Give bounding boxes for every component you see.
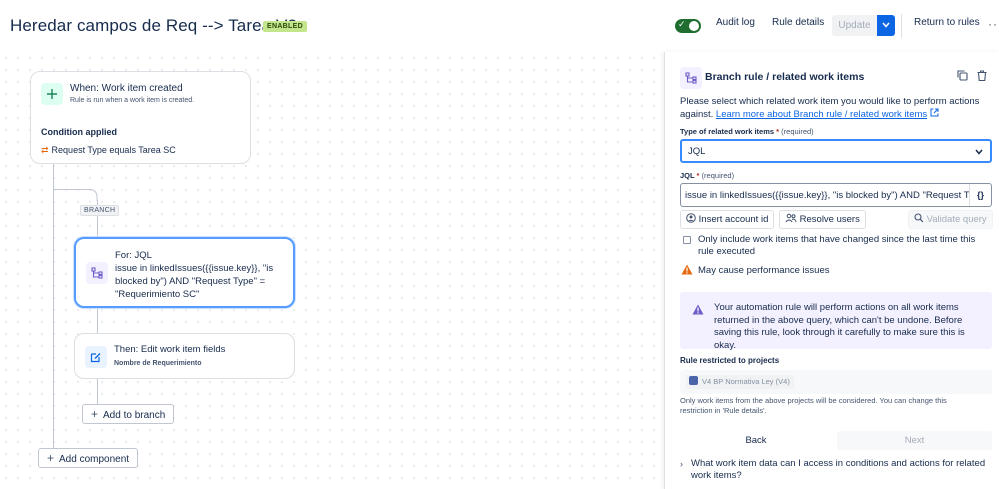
branch-connector-v2	[97, 308, 98, 333]
more-actions-icon[interactable]: ···	[988, 17, 999, 31]
type-label-text: Type of related work items	[680, 127, 775, 136]
plus-icon	[47, 89, 57, 99]
jql-input[interactable]: issue in linkedIssues({{issue.key}}, "is…	[680, 183, 992, 207]
update-button[interactable]: Update	[832, 15, 877, 36]
branch-connector-v3	[97, 379, 98, 404]
condition-row[interactable]: ⇄ Request Type equals Tarea SC	[41, 145, 176, 156]
branch-label: BRANCH	[80, 205, 120, 216]
edit-icon	[90, 353, 101, 363]
update-options-button[interactable]	[877, 15, 895, 36]
branch-icon	[91, 267, 103, 279]
validate-query-button[interactable]: Validate query	[908, 210, 993, 229]
plus-icon: +	[91, 407, 99, 421]
rule-title: Heredar campos de Req --> Tarea V2	[10, 16, 298, 35]
restricted-projects-help: Only work items from the above projects …	[680, 396, 947, 415]
branch-config-panel: Branch rule / related work items Please …	[664, 52, 999, 489]
check-icon: ✓	[678, 19, 686, 29]
plus-icon: +	[47, 451, 55, 465]
resolve-users-button[interactable]: Resolve users	[779, 210, 866, 229]
status-badge: ENABLED	[263, 21, 307, 32]
trigger-title: When: Work item created	[70, 83, 183, 94]
branch-icon	[685, 72, 697, 84]
condition-heading: Condition applied	[41, 127, 117, 137]
type-select[interactable]: JQL	[680, 139, 992, 163]
insert-account-id-label: Insert account id	[698, 214, 769, 225]
only-changed-checkbox[interactable]	[683, 236, 691, 244]
action-card[interactable]: Then: Edit work item fields Nombre de Re…	[74, 333, 295, 379]
trigger-icon-box	[41, 83, 63, 105]
insert-account-id-button[interactable]: Insert account id	[680, 210, 775, 229]
branch-query: issue in linkedIssues({{issue.key}}, "is…	[115, 263, 274, 300]
only-changed-label: Only include work items that have change…	[698, 234, 976, 257]
jql-input-value: issue in linkedIssues({{issue.key}}, "is…	[685, 190, 969, 201]
type-select-value: JQL	[688, 146, 706, 157]
actions-note: Your automation rule will perform action…	[680, 292, 992, 351]
rule-header: Heredar campos de Req --> Tarea V2 ENABL…	[0, 0, 999, 52]
required-text: (required)	[701, 171, 735, 180]
discovery-icon	[692, 304, 704, 315]
back-button[interactable]: Back	[680, 431, 832, 450]
copy-icon[interactable]	[957, 70, 968, 81]
action-icon-box	[85, 346, 107, 368]
panel-intro: Please select which related work item yo…	[680, 95, 980, 121]
required-text: (required)	[781, 127, 814, 136]
add-component-button[interactable]: + Add component	[38, 448, 139, 468]
required-asterisk: *	[696, 171, 700, 180]
panel-title: Branch rule / related work items	[705, 71, 865, 83]
users-icon	[785, 213, 797, 223]
restricted-projects-field: V4 BP Normativa Ley (V4)	[680, 370, 992, 394]
project-icon	[689, 376, 698, 385]
rule-enabled-toggle[interactable]: ✓	[675, 19, 701, 33]
add-to-branch-label: Add to branch	[103, 410, 166, 421]
smart-values-button[interactable]: {}	[969, 184, 991, 206]
branch-description: For: JQL issue in linkedIssues({{issue.k…	[115, 249, 285, 301]
external-link-icon[interactable]	[930, 108, 939, 117]
action-subtitle: Nombre de Requerimiento	[114, 360, 202, 367]
jql-field-label: JQL * (required)	[680, 171, 734, 180]
rule-details-button[interactable]: Rule details	[772, 17, 824, 28]
add-to-branch-button[interactable]: + Add to branch	[82, 404, 175, 424]
performance-warning: May cause performance issues	[681, 264, 829, 276]
validate-query-label: Validate query	[926, 214, 987, 225]
restricted-projects-label: Rule restricted to projects	[680, 356, 780, 365]
user-circle-icon	[686, 213, 696, 223]
branch-title: For: JQL	[115, 250, 152, 261]
return-to-rules-button[interactable]: Return to rules	[914, 17, 980, 28]
chevron-right-icon: ›	[680, 459, 683, 469]
chevron-down-icon	[975, 149, 983, 155]
type-field-label: Type of related work items * (required)	[680, 127, 814, 136]
panel-branch-icon-box	[680, 67, 702, 89]
header-divider	[901, 14, 902, 38]
branch-card[interactable]: For: JQL issue in linkedIssues({{issue.k…	[74, 237, 295, 308]
learn-more-link[interactable]: Learn more about Branch rule / related w…	[716, 109, 927, 120]
condition-text: Request Type equals Tarea SC	[51, 145, 176, 155]
actions-note-text: Your automation rule will perform action…	[714, 302, 965, 351]
main-connector	[53, 164, 54, 459]
performance-warning-text: May cause performance issues	[698, 265, 830, 276]
branch-icon-box	[86, 262, 108, 284]
rule-canvas: When: Work item created Rule is run when…	[0, 52, 664, 489]
branch-curve	[53, 189, 98, 201]
swap-arrows-icon: ⇄	[41, 145, 49, 155]
trigger-card[interactable]: When: Work item created Rule is run when…	[30, 71, 251, 164]
trigger-subtitle: Rule is run when a work item is created.	[70, 97, 195, 104]
trash-icon[interactable]	[977, 70, 987, 81]
next-button[interactable]: Next	[837, 431, 992, 450]
project-tag: V4 BP Normativa Ley (V4)	[686, 375, 794, 389]
chevron-down-icon	[882, 22, 890, 28]
action-title: Then: Edit work item fields	[114, 344, 226, 355]
required-asterisk: *	[776, 127, 780, 136]
audit-log-button[interactable]: Audit log	[716, 17, 755, 28]
search-icon	[914, 213, 924, 223]
faq-text: What work item data can I access in cond…	[691, 458, 986, 481]
jql-label-text: JQL	[680, 171, 695, 180]
toggle-knob	[689, 21, 699, 31]
warning-icon	[681, 264, 693, 275]
add-component-label: Add component	[59, 454, 130, 465]
project-name: V4 BP Normativa Ley (V4)	[702, 377, 790, 386]
resolve-users-label: Resolve users	[799, 214, 860, 225]
